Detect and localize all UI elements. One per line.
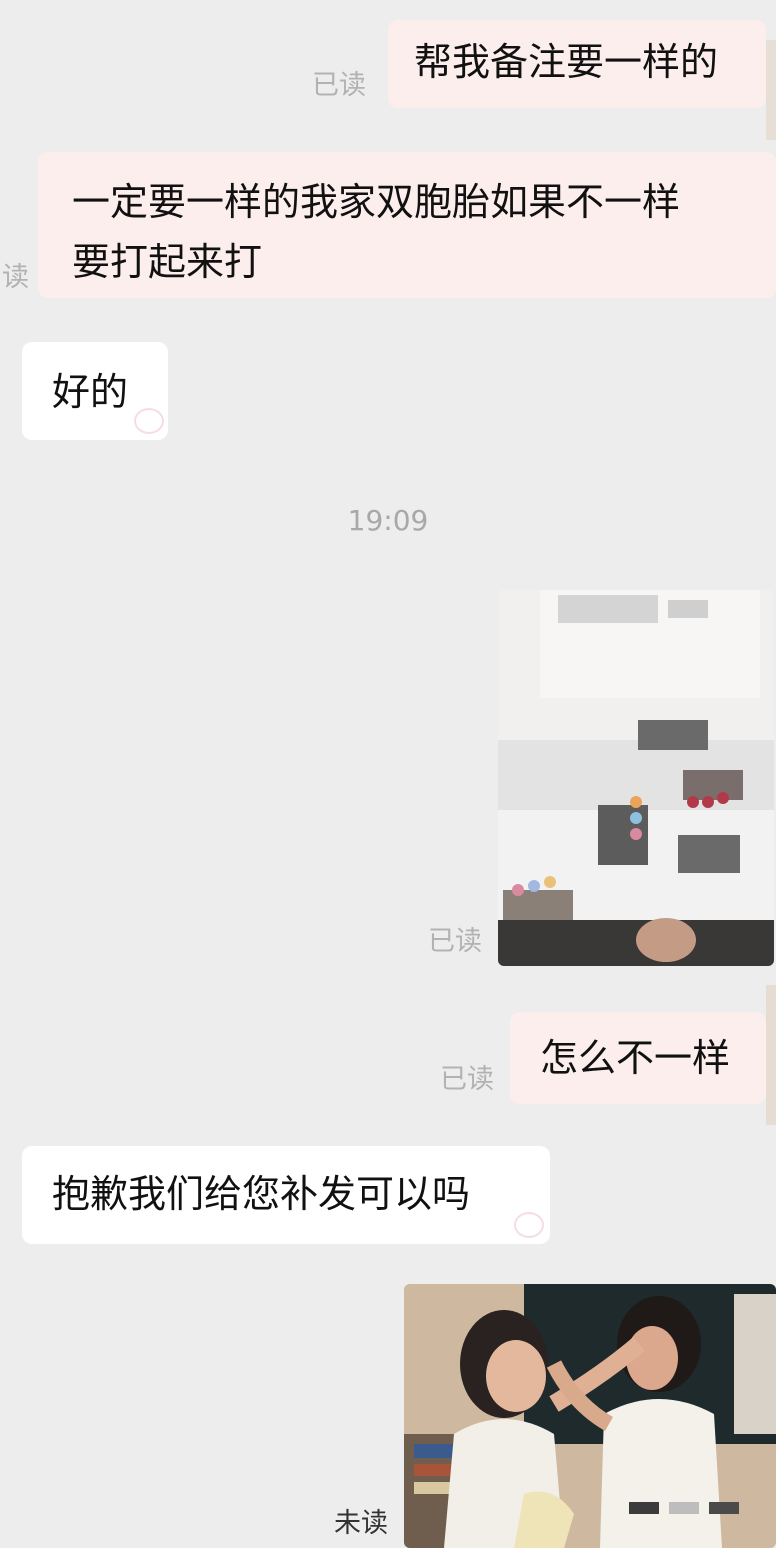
read-status: 读 bbox=[2, 262, 29, 293]
avatar-strip bbox=[766, 40, 776, 140]
message-text: 怎么不一样 bbox=[540, 1036, 731, 1080]
time-divider: 19:09 bbox=[347, 504, 429, 537]
message-text: 抱歉我们给您补发可以吗 bbox=[52, 1172, 471, 1216]
read-status: 已读 bbox=[428, 926, 482, 957]
read-status: 未读 bbox=[334, 1508, 388, 1539]
read-status: 已读 bbox=[312, 70, 366, 101]
twins-fighting-photo bbox=[404, 1284, 776, 1548]
bubble-decoration-icon bbox=[514, 1212, 544, 1238]
bubble-decoration-icon bbox=[134, 408, 164, 434]
message-text-line: 要打起来打 bbox=[72, 240, 263, 284]
message-bubble[interactable]: 帮我备注要一样的 bbox=[388, 20, 766, 108]
avatar-strip bbox=[766, 985, 776, 1125]
read-status: 已读 bbox=[440, 1064, 494, 1095]
message-bubble[interactable]: 抱歉我们给您补发可以吗 bbox=[22, 1146, 550, 1244]
image-message[interactable] bbox=[498, 590, 774, 966]
message-bubble[interactable]: 一定要一样的我家双胞胎如果不一样 要打起来打 bbox=[38, 152, 776, 298]
message-text-line: 一定要一样的我家双胞胎如果不一样 bbox=[72, 180, 681, 224]
message-text: 帮我备注要一样的 bbox=[414, 40, 719, 84]
message-text: 好的 bbox=[52, 370, 129, 414]
hair-clips-photo bbox=[498, 590, 774, 966]
message-bubble[interactable]: 怎么不一样 bbox=[510, 1012, 766, 1104]
image-message[interactable] bbox=[404, 1284, 776, 1548]
